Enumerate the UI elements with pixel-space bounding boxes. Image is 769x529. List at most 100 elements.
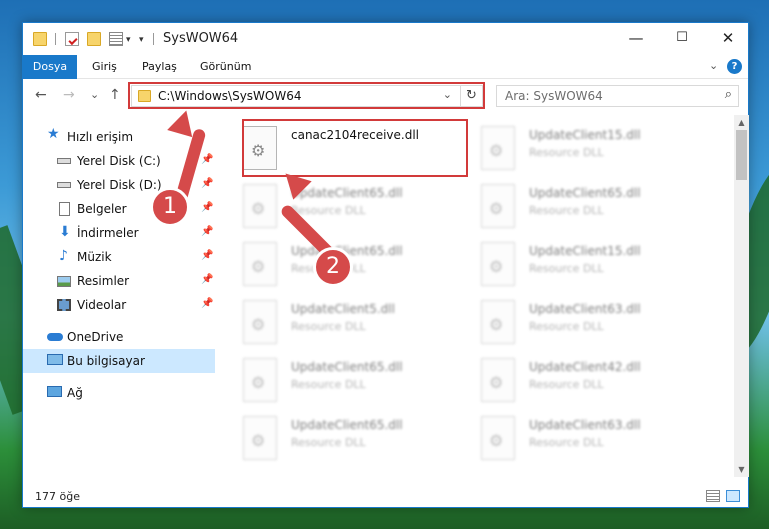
gear-icon: ⚙ [251, 315, 266, 334]
up-button[interactable]: ↑ [109, 87, 121, 103]
file-tile[interactable]: ⚙ UpdateClient65.dll Resource DLL [217, 410, 457, 466]
pin-icon: 📌 [201, 274, 214, 285]
title-bar: ▾ ▾ SysWOW64 — ☐ ✕ [23, 23, 748, 55]
file-tile[interactable]: ⚙ UpdateClient65.dll Resource DLL [217, 352, 457, 408]
back-button[interactable]: ← [35, 87, 47, 103]
sidebar-item-label: İndirmeler [77, 226, 139, 240]
pin-icon: 📌 [201, 226, 214, 237]
gear-icon: ⚙ [489, 141, 504, 160]
search-placeholder: Ara: SysWOW64 [505, 89, 603, 103]
step-badge-2: 2 [313, 247, 353, 287]
dll-file-icon: ⚙ [481, 358, 515, 402]
forward-button[interactable]: → [63, 87, 75, 103]
item-count: 177 öğe [35, 490, 80, 503]
file-type: Resource DLL [291, 436, 366, 449]
dll-file-icon: ⚙ [481, 242, 515, 286]
sidebar-item-label: Müzik [77, 250, 112, 264]
file-tile[interactable]: ⚙ UpdateClient65.dll Resource DLL [455, 178, 695, 234]
file-type: Resource DLL [291, 320, 366, 333]
scroll-up-icon[interactable]: ▲ [734, 118, 749, 127]
address-highlight-annotation [128, 82, 485, 109]
sidebar-item-label: Bu bilgisayar [67, 354, 145, 368]
gear-icon: ⚙ [251, 431, 266, 450]
tab-view[interactable]: Görünüm [187, 55, 264, 79]
file-tile[interactable]: ⚙ UpdateClient5.dll Resource DLL [217, 294, 457, 350]
drive-icon [57, 158, 71, 164]
details-view-icon[interactable] [706, 490, 720, 502]
customize-toolbar-icon[interactable]: ▾ [139, 35, 144, 45]
gear-icon: ⚙ [251, 257, 266, 276]
explorer-window: ▾ ▾ SysWOW64 — ☐ ✕ Dosya Giriş Paylaş Gö… [22, 22, 749, 508]
sidebar-item-onedrive[interactable]: OneDrive [23, 325, 215, 349]
sidebar-item-network[interactable]: Ağ [23, 381, 215, 405]
file-name: UpdateClient15.dll [529, 128, 641, 142]
step-badge-1: 1 [150, 187, 190, 227]
dll-file-icon: ⚙ [243, 416, 277, 460]
sidebar-item-label: Belgeler [77, 202, 127, 216]
sidebar-item-music[interactable]: ♪ Müzik 📌 [23, 245, 215, 269]
ribbon-collapse-icon[interactable]: ⌄ [709, 59, 718, 72]
file-tile[interactable]: ⚙ UpdateClient63.dll Resource DLL [455, 410, 695, 466]
help-icon[interactable]: ? [727, 59, 742, 74]
file-highlight-annotation [242, 119, 468, 177]
gear-icon: ⚙ [251, 199, 266, 218]
file-type: Resource DLL [529, 146, 604, 159]
window-title: SysWOW64 [163, 31, 239, 46]
recent-locations-icon[interactable]: ⌄ [90, 88, 99, 101]
file-name: UpdateClient5.dll [291, 302, 395, 316]
scroll-thumb[interactable] [736, 130, 747, 180]
tab-home[interactable]: Giriş [79, 55, 130, 79]
file-tile[interactable]: ⚙ UpdateClient63.dll Resource DLL [455, 294, 695, 350]
dll-file-icon: ⚙ [243, 242, 277, 286]
sidebar-item-downloads[interactable]: ⬇ İndirmeler 📌 [23, 221, 215, 245]
search-icon[interactable]: ⌕ [725, 87, 732, 102]
new-folder-icon[interactable] [87, 32, 101, 46]
tab-share[interactable]: Paylaş [129, 55, 190, 79]
network-icon [47, 386, 62, 397]
gear-icon: ⚙ [489, 257, 504, 276]
sidebar-item-label: Yerel Disk (D:) [77, 178, 162, 192]
large-icons-view-icon[interactable] [726, 490, 740, 502]
scroll-down-icon[interactable]: ▼ [734, 465, 749, 474]
sidebar-item-videos[interactable]: Videolar 📌 [23, 293, 215, 317]
file-name: UpdateClient15.dll [529, 244, 641, 258]
sidebar-item-label: OneDrive [67, 330, 124, 344]
separator [153, 33, 154, 45]
pin-icon: 📌 [201, 154, 214, 165]
minimize-button[interactable]: — [613, 23, 659, 55]
cloud-icon [47, 333, 63, 341]
sidebar-item-label: Videolar [77, 298, 127, 312]
file-name: UpdateClient65.dll [291, 186, 403, 200]
tab-file[interactable]: Dosya [23, 55, 77, 79]
sidebar-item-pictures[interactable]: Resimler 📌 [23, 269, 215, 293]
pin-icon: 📌 [201, 298, 214, 309]
dll-file-icon: ⚙ [243, 358, 277, 402]
file-tile[interactable]: ⚙ UpdateClient42.dll Resource DLL [455, 352, 695, 408]
view-list-icon[interactable] [109, 32, 123, 46]
sidebar-item-label: Ağ [67, 386, 83, 400]
downloads-icon: ⬇ [59, 224, 71, 240]
file-tile[interactable]: ⚙ UpdateClient15.dll Resource DLL [455, 120, 695, 176]
file-name: UpdateClient65.dll [291, 360, 403, 374]
pictures-icon [57, 276, 71, 287]
file-type: Resource DLL [529, 204, 604, 217]
maximize-button[interactable]: ☐ [659, 23, 705, 55]
sidebar-item-this-pc[interactable]: Bu bilgisayar [23, 349, 215, 373]
gear-icon: ⚙ [489, 373, 504, 392]
file-tile[interactable]: ⚙ UpdateClient65.dll Resource DLL [217, 178, 457, 234]
close-button[interactable]: ✕ [705, 23, 751, 55]
file-name: UpdateClient42.dll [529, 360, 641, 374]
music-icon: ♪ [59, 248, 68, 264]
vertical-scrollbar[interactable]: ▲ ▼ [734, 115, 749, 477]
file-type: Resource DLL [291, 378, 366, 391]
pin-icon: 📌 [201, 250, 214, 261]
file-tile[interactable]: ⚙ UpdateClient15.dll Resource DLL [455, 236, 695, 292]
separator [55, 33, 56, 45]
drive-icon [57, 182, 71, 188]
dll-file-icon: ⚙ [243, 300, 277, 344]
search-box[interactable]: Ara: SysWOW64 ⌕ [496, 85, 739, 107]
file-type: Resource DLL [291, 204, 366, 217]
quick-access-dropdown-icon[interactable]: ▾ [126, 35, 131, 45]
properties-icon[interactable] [65, 32, 79, 46]
dll-file-icon: ⚙ [481, 184, 515, 228]
